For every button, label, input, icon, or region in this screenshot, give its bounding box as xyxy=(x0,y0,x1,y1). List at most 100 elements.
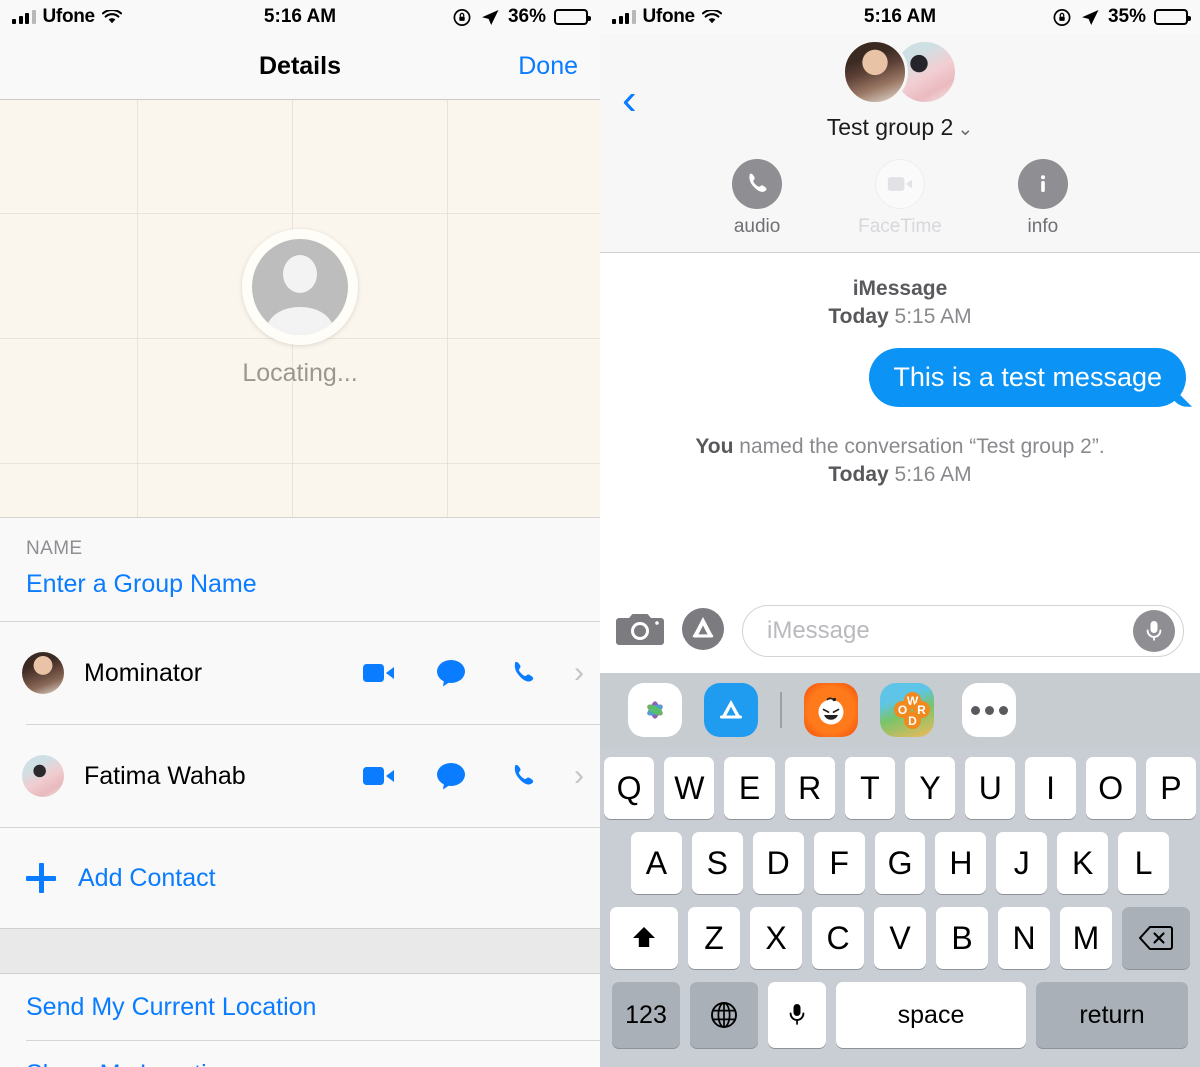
key-t[interactable]: T xyxy=(844,757,895,819)
key-x[interactable]: X xyxy=(750,907,802,969)
system-day: Today xyxy=(828,463,889,487)
details-screen: Ufone 5:16 AM 36% Details Done Locating.… xyxy=(0,0,600,1067)
group-title[interactable]: Test group 2 ⌄ xyxy=(600,114,1200,141)
app-store-app-icon[interactable] xyxy=(704,683,758,737)
send-current-location-button[interactable]: Send My Current Location xyxy=(0,974,600,1040)
message-input-field[interactable]: iMessage xyxy=(742,605,1184,657)
emoji-app-icon[interactable] xyxy=(804,683,858,737)
key-g[interactable]: G xyxy=(874,832,926,894)
key-l[interactable]: L xyxy=(1118,832,1170,894)
key-a[interactable]: A xyxy=(631,832,682,894)
avatar xyxy=(842,39,908,105)
facetime-icon[interactable] xyxy=(358,652,400,694)
key-j[interactable]: J xyxy=(996,832,1048,894)
key-p[interactable]: P xyxy=(1145,757,1197,819)
keyboard-row-1: Q W E R T Y U I O P xyxy=(603,757,1197,819)
group-name-field[interactable]: NAME Enter a Group Name xyxy=(0,518,600,621)
key-i[interactable]: I xyxy=(1025,757,1076,819)
location-actions-section: Send My Current Location Share My Locati… xyxy=(0,974,600,1067)
key-v[interactable]: V xyxy=(874,907,926,969)
message-icon[interactable] xyxy=(430,755,472,797)
microphone-icon[interactable] xyxy=(1133,610,1175,652)
message-timestamp: Today 5:15 AM xyxy=(600,303,1200,331)
facetime-icon[interactable] xyxy=(358,755,400,797)
signal-icon xyxy=(12,10,36,24)
key-u[interactable]: U xyxy=(965,757,1016,819)
system-text: named the conversation “Test group 2”. xyxy=(733,434,1105,458)
key-q[interactable]: Q xyxy=(603,757,655,819)
camera-icon[interactable] xyxy=(616,610,664,653)
facetime-button: FaceTime xyxy=(858,159,942,238)
key-y[interactable]: Y xyxy=(905,757,956,819)
signal-icon xyxy=(612,10,636,24)
info-label: info xyxy=(1027,216,1059,237)
battery-icon xyxy=(554,9,591,25)
timestamp-time: 5:15 AM xyxy=(894,305,972,329)
key-k[interactable]: K xyxy=(1057,832,1109,894)
more-apps-icon[interactable] xyxy=(962,683,1016,737)
rotation-lock-icon xyxy=(1053,8,1071,26)
key-w[interactable]: W xyxy=(664,757,715,819)
details-nav-bar: Details Done xyxy=(0,34,600,100)
rotation-lock-icon xyxy=(453,8,471,26)
return-key[interactable]: return xyxy=(1036,982,1188,1048)
word-game-app-icon[interactable]: W O R D xyxy=(880,683,934,737)
done-button[interactable]: Done xyxy=(518,52,578,81)
message-icon[interactable] xyxy=(430,652,472,694)
key-f[interactable]: F xyxy=(813,832,865,894)
key-d[interactable]: D xyxy=(752,832,804,894)
keyboard-row-4: 123 space return xyxy=(604,982,1196,1048)
location-arrow-icon xyxy=(481,9,499,25)
key-c[interactable]: C xyxy=(812,907,864,969)
key-s[interactable]: S xyxy=(691,832,743,894)
page-title: Details xyxy=(259,52,341,80)
status-right-group: 36% xyxy=(453,6,591,28)
contact-row-fatima-wahab[interactable]: Fatima Wahab › xyxy=(0,725,600,827)
map-status-text: Locating... xyxy=(242,359,358,387)
conversation-header: ‹ Test group 2 ⌄ audio FaceTime info xyxy=(600,34,1200,252)
phone-icon[interactable] xyxy=(502,652,544,694)
key-h[interactable]: H xyxy=(935,832,987,894)
group-avatars[interactable] xyxy=(600,34,1200,110)
chevron-down-icon: ⌄ xyxy=(957,119,974,140)
system-message: You named the conversation “Test group 2… xyxy=(600,433,1200,490)
globe-icon[interactable] xyxy=(690,982,758,1048)
info-button[interactable]: info xyxy=(1017,159,1068,238)
backspace-icon[interactable] xyxy=(1122,907,1190,969)
phone-icon[interactable] xyxy=(502,755,544,797)
battery-icon xyxy=(1154,9,1191,25)
group-name-input[interactable]: Enter a Group Name xyxy=(26,570,574,599)
audio-call-button[interactable]: audio xyxy=(732,159,783,238)
space-key[interactable]: space xyxy=(836,982,1026,1048)
header-action-buttons: audio FaceTime info xyxy=(600,159,1200,238)
key-o[interactable]: O xyxy=(1085,757,1136,819)
carrier-label: Ufone xyxy=(42,6,96,27)
share-my-location-button[interactable]: Share My Location xyxy=(0,1041,600,1067)
keyboard-row-3: Z X C V B N M xyxy=(604,907,1196,969)
numbers-key[interactable]: 123 xyxy=(612,982,680,1048)
dictation-microphone-icon[interactable] xyxy=(768,982,826,1048)
system-message-text: You named the conversation “Test group 2… xyxy=(600,433,1200,461)
key-z[interactable]: Z xyxy=(688,907,740,969)
location-map[interactable]: Locating... xyxy=(0,100,600,518)
key-b[interactable]: B xyxy=(936,907,988,969)
key-r[interactable]: R xyxy=(784,757,835,819)
chevron-right-icon[interactable]: › xyxy=(574,761,584,791)
chevron-right-icon[interactable]: › xyxy=(574,658,584,688)
app-store-icon[interactable] xyxy=(680,606,726,657)
status-right-group: 35% xyxy=(1053,6,1191,28)
shift-arrow-icon[interactable] xyxy=(610,907,678,969)
photos-app-icon[interactable] xyxy=(628,683,682,737)
system-time: 5:16 AM xyxy=(894,463,972,487)
contact-row-mominator[interactable]: Mominator › xyxy=(0,622,600,724)
wifi-icon xyxy=(701,9,722,23)
message-bubble[interactable]: This is a test message xyxy=(869,347,1186,407)
key-m[interactable]: M xyxy=(1060,907,1112,969)
add-contact-label: Add Contact xyxy=(78,863,216,892)
key-e[interactable]: E xyxy=(724,757,775,819)
status-bar-left: Ufone 5:16 AM 36% xyxy=(0,0,600,34)
add-contact-button[interactable]: Add Contact xyxy=(0,828,600,928)
conversation-screen: Ufone 5:16 AM 35% ‹ Test group 2 ⌄ audio… xyxy=(600,0,1200,1067)
drawer-divider xyxy=(780,692,782,728)
key-n[interactable]: N xyxy=(998,907,1050,969)
